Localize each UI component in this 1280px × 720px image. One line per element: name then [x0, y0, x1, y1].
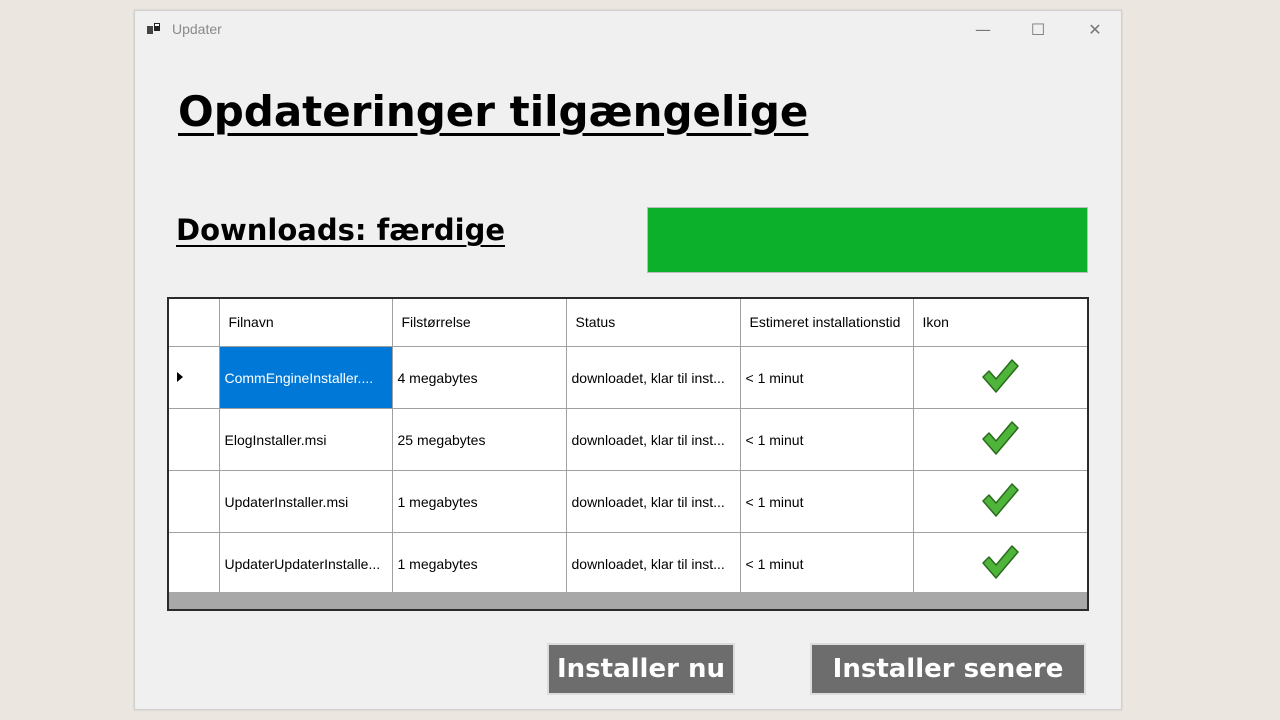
- table-header-row: Filnavn Filstørrelse Status Estimeret in…: [169, 299, 1087, 347]
- column-header-rowselector: [169, 299, 220, 347]
- downloads-status-label: Downloads: færdige: [176, 213, 506, 247]
- minimize-button[interactable]: —: [969, 19, 997, 41]
- table-row[interactable]: CommEngineInstaller.... 4 megabytes downlo…: [169, 346, 1087, 409]
- updater-window: Updater — ☐ ✕ Opdateringer tilgængelige …: [134, 10, 1122, 710]
- page-title: Opdateringer tilgængelige: [178, 87, 809, 136]
- cell-icon[interactable]: [912, 470, 1087, 533]
- install-later-button[interactable]: Installer senere: [810, 643, 1086, 695]
- cell-status[interactable]: downloadet, klar til inst...: [565, 408, 741, 471]
- close-button[interactable]: ✕: [1081, 19, 1109, 41]
- title-bar[interactable]: Updater — ☐ ✕: [135, 11, 1121, 49]
- cell-status[interactable]: downloadet, klar til inst...: [565, 470, 741, 533]
- column-header-install-time[interactable]: Estimeret installationstid: [739, 299, 914, 347]
- column-header-status[interactable]: Status: [565, 299, 741, 347]
- cell-filesize[interactable]: 1 megabytes: [391, 532, 567, 595]
- current-row-indicator-icon: [177, 371, 183, 382]
- progress-fill: [648, 208, 1087, 272]
- column-header-filename[interactable]: Filnavn: [218, 299, 393, 347]
- checkmark-icon: [982, 545, 1019, 579]
- row-selector[interactable]: [169, 532, 220, 595]
- column-header-icon[interactable]: Ikon: [912, 299, 1087, 347]
- row-selector[interactable]: [169, 408, 220, 471]
- cell-icon[interactable]: [912, 532, 1087, 595]
- checkmark-icon: [982, 359, 1019, 393]
- table-row[interactable]: UpdaterUpdaterInstalle... 1 megabytes down…: [169, 532, 1087, 595]
- cell-filename[interactable]: UpdaterInstaller.msi: [218, 470, 393, 533]
- maximize-button[interactable]: ☐: [1024, 19, 1052, 41]
- checkmark-icon: [982, 483, 1019, 517]
- cell-filename[interactable]: ElogInstaller.msi: [218, 408, 393, 471]
- cell-install-time[interactable]: < 1 minut: [739, 408, 914, 471]
- row-selector[interactable]: [169, 470, 220, 533]
- download-progress-bar: [647, 207, 1088, 273]
- checkmark-icon: [982, 421, 1019, 455]
- cell-install-time[interactable]: < 1 minut: [739, 346, 914, 409]
- cell-status[interactable]: downloadet, klar til inst...: [565, 346, 741, 409]
- cell-filename[interactable]: UpdaterUpdaterInstalle...: [218, 532, 393, 595]
- column-header-install-time-label: Estimeret installationstid: [749, 314, 901, 330]
- cell-filename[interactable]: CommEngineInstaller....: [218, 346, 393, 409]
- table-row[interactable]: ElogInstaller.msi 25 megabytes downloadet,…: [169, 408, 1087, 471]
- cell-install-time[interactable]: < 1 minut: [739, 470, 914, 533]
- install-now-button[interactable]: Installer nu: [547, 643, 735, 695]
- table-row[interactable]: UpdaterInstaller.msi 1 megabytes downloade…: [169, 470, 1087, 533]
- cell-filesize[interactable]: 1 megabytes: [391, 470, 567, 533]
- cell-icon[interactable]: [912, 346, 1087, 409]
- app-icon: [147, 23, 160, 34]
- cell-filesize[interactable]: 4 megabytes: [391, 346, 567, 409]
- window-title: Updater: [172, 21, 222, 37]
- updates-table[interactable]: Filnavn Filstørrelse Status Estimeret in…: [167, 297, 1089, 611]
- cell-status[interactable]: downloadet, klar til inst...: [565, 532, 741, 595]
- cell-install-time[interactable]: < 1 minut: [739, 532, 914, 595]
- table-footer-scroll-area: [169, 592, 1087, 609]
- cell-filesize[interactable]: 25 megabytes: [391, 408, 567, 471]
- column-header-filesize[interactable]: Filstørrelse: [391, 299, 567, 347]
- row-selector[interactable]: [169, 346, 220, 409]
- cell-icon[interactable]: [912, 408, 1087, 471]
